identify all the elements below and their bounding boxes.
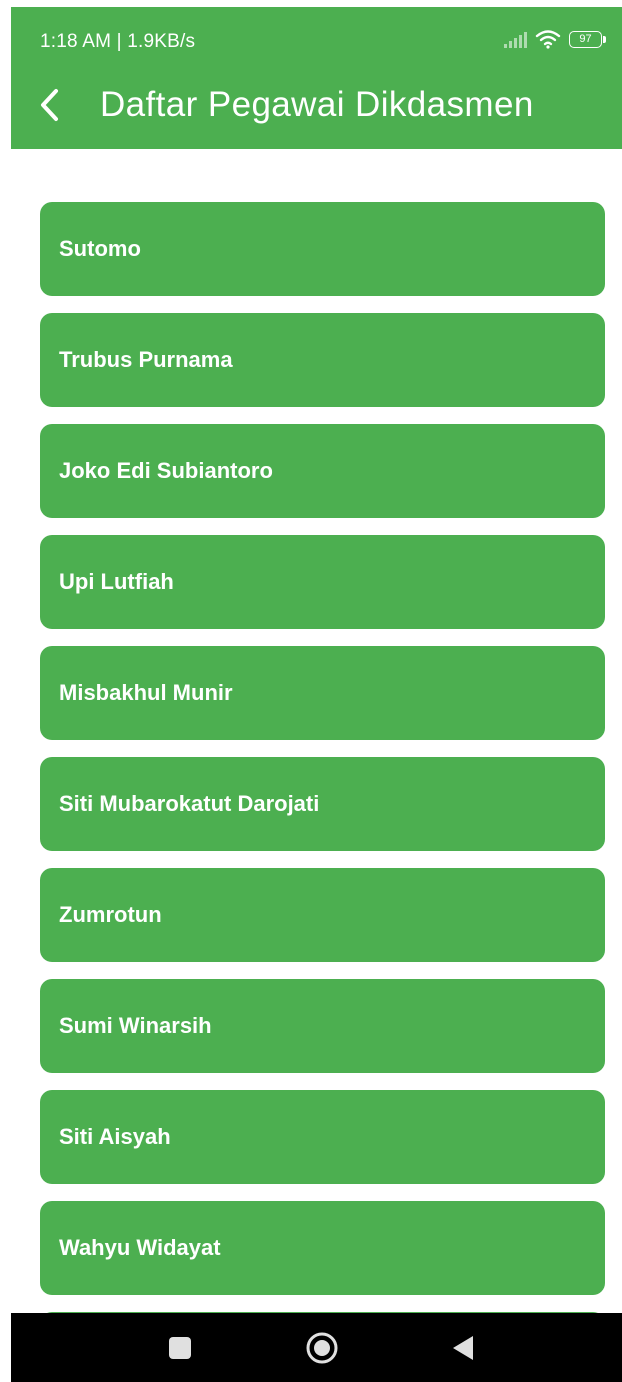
employee-item[interactable]: Upi Lutfiah xyxy=(40,535,605,629)
nav-back-button[interactable] xyxy=(428,1313,498,1382)
app-bar: 1:18 AM | 1.9KB/s 97 Daftar Pegawai Dikd… xyxy=(11,7,622,149)
employee-item[interactable]: Joko Edi Subiantoro xyxy=(40,424,605,518)
recents-square-icon xyxy=(169,1336,191,1359)
back-arrow-icon xyxy=(41,89,58,121)
status-time-speed: 1:18 AM | 1.9KB/s xyxy=(40,31,196,52)
battery-level: 97 xyxy=(579,32,592,45)
page-title: Daftar Pegawai Dikdasmen xyxy=(100,85,534,124)
employee-item[interactable]: Misbakhul Munir xyxy=(40,646,605,740)
battery-icon: 97 xyxy=(569,30,606,48)
employee-item[interactable]: Sumi Winarsih xyxy=(40,979,605,1073)
back-button[interactable] xyxy=(29,83,69,127)
employee-item[interactable]: Siti Mubarokatut Darojati xyxy=(40,757,605,851)
employee-item[interactable]: Siti Aisyah xyxy=(40,1090,605,1184)
wifi-icon xyxy=(535,29,561,49)
employee-item[interactable]: Zumrotun xyxy=(40,868,605,962)
employee-list: Sutomo Trubus Purnama Joko Edi Subiantor… xyxy=(40,202,605,1382)
employee-item[interactable]: Wahyu Widayat xyxy=(40,1201,605,1295)
home-circle-icon xyxy=(306,1332,338,1363)
phone-screen: 1:18 AM | 1.9KB/s 97 Daftar Pegawai Dikd… xyxy=(0,0,622,1382)
back-triangle-icon xyxy=(453,1335,473,1360)
employee-item[interactable]: Trubus Purnama xyxy=(40,313,605,407)
recents-button[interactable] xyxy=(145,1313,215,1382)
employee-item[interactable]: Sutomo xyxy=(40,202,605,296)
home-button[interactable] xyxy=(287,1313,357,1382)
system-nav-bar xyxy=(11,1313,622,1382)
status-icons: 97 xyxy=(504,29,606,49)
signal-icon xyxy=(504,30,527,48)
